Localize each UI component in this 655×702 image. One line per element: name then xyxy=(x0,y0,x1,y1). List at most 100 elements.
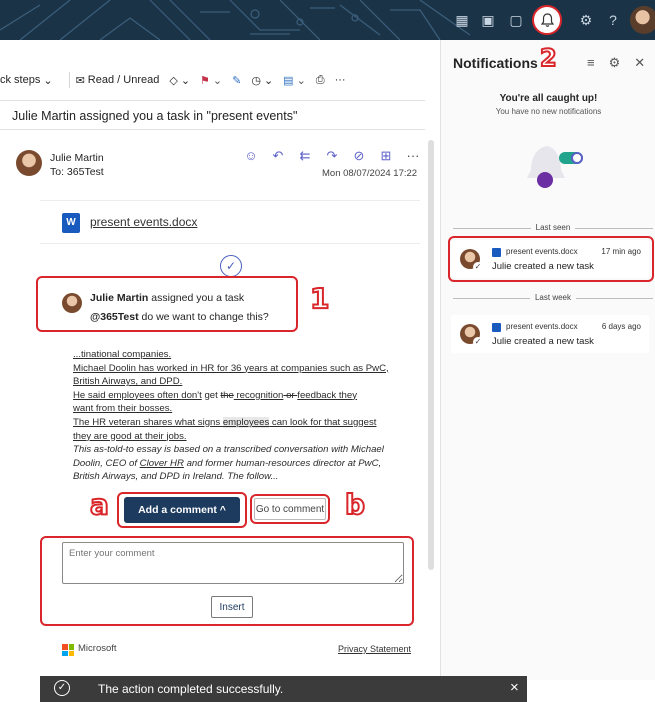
task-mention: @365Test xyxy=(90,311,139,323)
mail-scrollbar[interactable] xyxy=(428,140,434,570)
apps-icon[interactable]: ▦ xyxy=(452,10,472,30)
grid-icon[interactable]: ⊞ xyxy=(378,148,394,164)
excerpt-fragment: He said employees often xyxy=(73,389,182,401)
no-new-notifications-text: You have no new notifications xyxy=(495,107,602,116)
printer-icon: ⎙ xyxy=(315,73,325,86)
envelope-open-icon: ✉ xyxy=(75,74,85,87)
excerpt-fragment: The HR veteran shares what signs xyxy=(73,416,223,428)
excerpt-line: This as-told-to essay is based on a tran… xyxy=(73,444,384,456)
reply-icon[interactable]: ↶ xyxy=(270,148,286,164)
task-assignment-text: Julie Martin assigned you a task xyxy=(90,292,244,304)
excerpt-line: ...tinational companies. xyxy=(73,349,172,360)
word-document-icon: W xyxy=(62,213,80,233)
sender-name[interactable]: Julie Martin xyxy=(50,152,104,164)
excerpt-line: Doolin, CEO of Clover HR and former huma… xyxy=(73,457,403,471)
chevron-down-icon: ⌄ xyxy=(263,74,274,87)
sender-avatar[interactable] xyxy=(16,150,42,176)
chevron-down-icon: ⌄ xyxy=(296,74,306,87)
flag-button[interactable]: ⚑ ⌄ xyxy=(200,74,222,87)
notifications-pane: Notifications ≡ ⚙ ✕ You're all caught up… xyxy=(440,40,655,680)
clock-icon: ◷ xyxy=(251,74,261,87)
mail-actions: ☺ ↶ ⇇ ↷ ⊘ ⊞ ··· xyxy=(243,148,421,164)
excerpt-fragment: don't xyxy=(181,389,202,401)
privacy-statement-link[interactable]: Privacy Statement xyxy=(338,644,411,654)
excerpt-fragment: feedback they xyxy=(297,389,358,401)
settings-icon[interactable]: ⚙ xyxy=(609,55,621,71)
chevron-down-icon: ⌄ xyxy=(43,74,53,87)
more-options-button[interactable]: ··· xyxy=(335,74,346,86)
footer-brand: Microsoft xyxy=(78,643,117,654)
close-icon[interactable]: ✕ xyxy=(634,55,645,71)
notifications-bell-button[interactable] xyxy=(532,5,562,35)
callout-letter-a: a xyxy=(89,487,110,522)
attachment-link[interactable]: present events.docx xyxy=(90,215,197,229)
read-unread-label: Read / Unread xyxy=(87,74,160,86)
pin-button[interactable]: ✎ xyxy=(232,74,241,87)
excerpt-fragment: employees xyxy=(222,416,270,428)
excerpt-line: want from their bosses. xyxy=(73,403,173,415)
emoji-icon[interactable]: ☺ xyxy=(243,148,259,164)
task-author-avatar xyxy=(62,293,82,313)
toolbar-divider xyxy=(68,72,70,88)
teams-icon[interactable]: ▢ xyxy=(506,10,526,30)
excerpt-fragment: Doolin, CEO of xyxy=(73,457,140,469)
notification-item[interactable]: ✓ present events.docx 6 days ago Julie c… xyxy=(451,315,649,353)
excerpt-line: He said employees often don't get the re… xyxy=(73,389,403,403)
notification-document: present events.docx xyxy=(506,322,578,331)
excerpt-fragment: can look for that suggest xyxy=(269,416,377,428)
profile-avatar[interactable] xyxy=(630,6,655,34)
quick-steps-label: ck steps xyxy=(0,74,41,86)
notification-time: 6 days ago xyxy=(601,322,641,331)
more-icon[interactable]: ··· xyxy=(405,148,421,164)
excerpt-line: British Airways, and DPD in Ireland. The… xyxy=(73,471,279,483)
settings-icon[interactable]: ⚙ xyxy=(576,10,596,30)
snooze-button[interactable]: ◷ ⌄ xyxy=(251,74,273,87)
excerpt-line: they are good at their jobs. xyxy=(73,430,187,442)
caught-up-heading: You're all caught up! xyxy=(499,93,598,104)
comment-input[interactable] xyxy=(62,542,404,584)
success-toast: ✓ The action completed successfully. × xyxy=(40,676,527,702)
reply-all-icon[interactable]: ⇇ xyxy=(297,148,313,164)
notification-message: Julie created a new task xyxy=(492,336,594,347)
close-icon[interactable]: × xyxy=(510,679,519,696)
outlook-icon[interactable]: ▣ xyxy=(478,10,498,30)
insert-button[interactable]: Insert xyxy=(211,596,253,618)
excerpt-line: Michael Doolin has worked in HR for 36 y… xyxy=(73,362,389,374)
forward-icon[interactable]: ↷ xyxy=(324,148,340,164)
add-comment-button[interactable]: Add a comment ^ xyxy=(124,497,240,523)
document-excerpt: ...tinational companies. Michael Doolin … xyxy=(73,348,403,484)
bell-icon xyxy=(541,13,554,27)
banner-pattern xyxy=(0,0,471,40)
callout-number-2: 2 xyxy=(539,43,558,73)
check-icon: ✓ xyxy=(473,337,483,347)
pin-icon: ✎ xyxy=(232,74,242,87)
read-unread-button[interactable]: ✉ Read / Unread xyxy=(76,74,160,87)
app-banner: ▦ ▣ ▢ ⚙ ? xyxy=(0,0,655,40)
excerpt-fragment: recognition xyxy=(233,389,284,401)
rules-button[interactable]: ▤ ⌄ xyxy=(283,74,306,87)
attachment-row[interactable]: W present events.docx xyxy=(40,200,420,244)
callout-number-1: 1 xyxy=(309,281,331,316)
excerpt-fragment: or xyxy=(283,389,298,401)
last-seen-label: Last seen xyxy=(530,223,576,232)
check-circle-icon: ✓ xyxy=(54,680,70,696)
mail-date: Mon 08/07/2024 17:22 xyxy=(322,168,418,179)
block-icon[interactable]: ⊘ xyxy=(351,148,367,164)
print-button[interactable]: ⎙ xyxy=(316,74,325,87)
help-icon[interactable]: ? xyxy=(603,10,623,30)
excerpt-line: British Airways, and DPD. xyxy=(73,376,183,388)
categorize-button[interactable]: ◇ ⌄ xyxy=(169,74,190,87)
chevron-down-icon: ⌄ xyxy=(180,74,191,87)
excerpt-fragment: Clover HR xyxy=(139,457,184,469)
filter-icon[interactable]: ≡ xyxy=(587,55,595,71)
notifications-title: Notifications xyxy=(453,55,538,71)
callout-letter-b: b xyxy=(344,487,366,522)
quick-steps-button[interactable]: ck steps ⌄ xyxy=(0,74,53,87)
mail-toolbar: ck steps ⌄ ✉ Read / Unread ◇ ⌄ ⚑ ⌄ ✎ ◷ ⌄ ▤ ⌄ ⎙… xyxy=(0,66,425,94)
bell-illustration-icon xyxy=(527,146,583,188)
task-check-icon: ✓ xyxy=(220,255,242,277)
task-comment: do we want to change this? xyxy=(138,311,269,323)
microsoft-logo-icon xyxy=(62,644,74,656)
task-author: Julie Martin xyxy=(90,292,149,304)
go-to-comment-button[interactable]: Go to comment xyxy=(254,498,326,520)
